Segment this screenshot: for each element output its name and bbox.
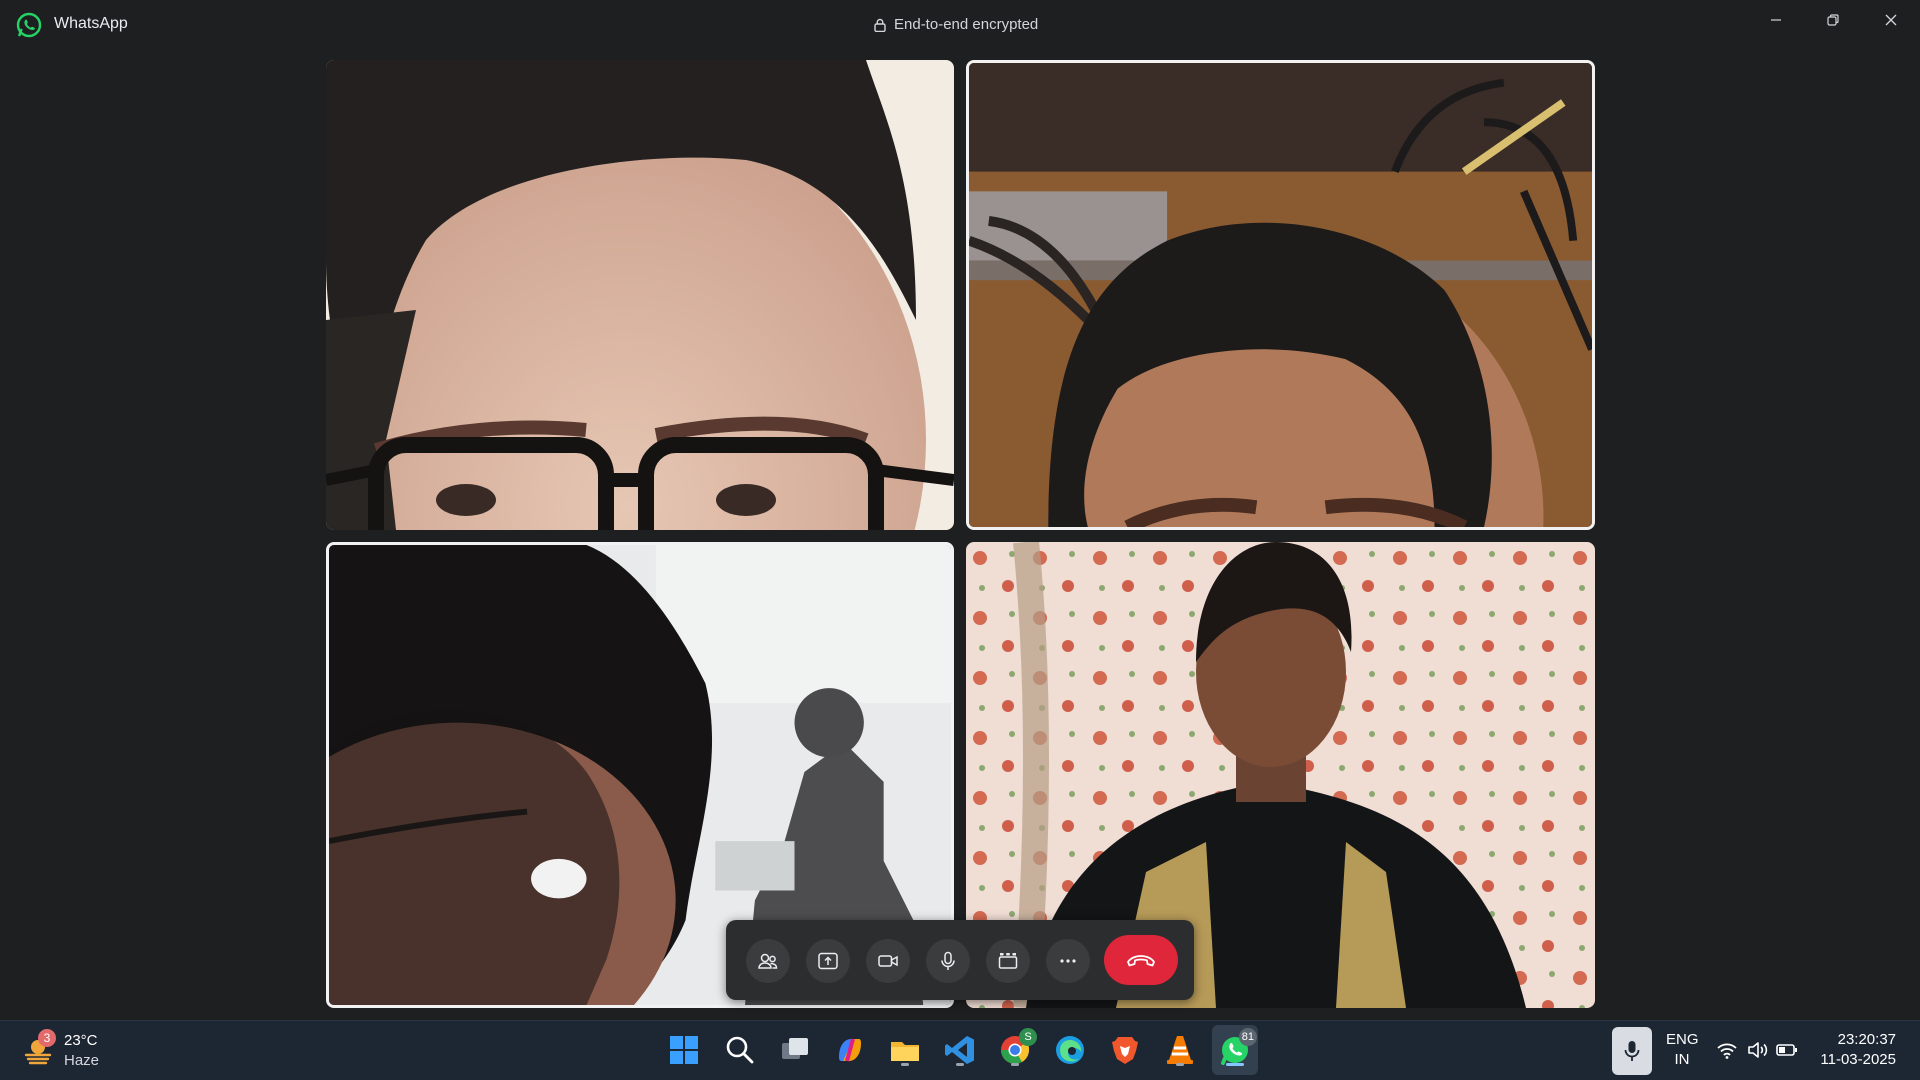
call-controls-bar xyxy=(726,920,1194,1000)
close-icon xyxy=(1885,14,1897,26)
clock-date[interactable]: 11-03-2025 xyxy=(1812,1051,1896,1068)
end-call-button[interactable] xyxy=(1104,935,1178,985)
hang-up-icon xyxy=(1127,955,1155,967)
lock-icon xyxy=(874,18,886,32)
edge-icon xyxy=(1056,1036,1084,1064)
wifi-icon[interactable] xyxy=(1716,1040,1738,1060)
grid-layout-icon xyxy=(998,953,1018,969)
windows-icon xyxy=(670,1036,698,1064)
brave-icon xyxy=(1112,1037,1138,1064)
participants-button[interactable] xyxy=(746,939,790,983)
edge-button[interactable] xyxy=(1051,1031,1089,1069)
running-indicator xyxy=(1176,1063,1184,1066)
running-indicator xyxy=(901,1063,909,1066)
video-tile-participant-1[interactable] xyxy=(326,60,954,530)
search-icon xyxy=(726,1036,754,1064)
file-explorer-button[interactable] xyxy=(886,1031,924,1069)
active-indicator xyxy=(1226,1063,1244,1066)
copilot-icon xyxy=(839,1038,861,1062)
chrome-profile-badge: S xyxy=(1019,1028,1037,1046)
microphone-icon xyxy=(1624,1041,1640,1061)
volume-icon[interactable] xyxy=(1747,1040,1769,1060)
microphone-icon xyxy=(941,951,955,970)
weather-temperature: 23°C xyxy=(64,1032,98,1049)
weather-notification-badge: 3 xyxy=(38,1029,56,1047)
vlc-button[interactable] xyxy=(1161,1031,1199,1069)
brave-button[interactable] xyxy=(1106,1031,1144,1069)
encryption-label: End-to-end encrypted xyxy=(894,16,1039,33)
vscode-icon xyxy=(945,1036,974,1064)
whatsapp-unread-badge: 81 xyxy=(1238,1028,1257,1046)
clock-time[interactable]: 23:20:37 xyxy=(1812,1031,1896,1048)
vlc-icon xyxy=(1167,1036,1193,1064)
minimize-icon xyxy=(1771,19,1781,21)
copilot-button[interactable] xyxy=(831,1031,869,1069)
search-button[interactable] xyxy=(721,1031,759,1069)
share-screen-icon xyxy=(818,952,838,970)
share-screen-button[interactable] xyxy=(806,939,850,983)
input-region[interactable]: IN xyxy=(1666,1051,1698,1068)
restore-icon xyxy=(1827,14,1839,26)
whatsapp-taskbar-button[interactable]: 81 xyxy=(1216,1028,1257,1069)
minimize-button[interactable] xyxy=(1754,8,1798,32)
running-indicator xyxy=(956,1063,964,1066)
mute-button[interactable] xyxy=(926,939,970,983)
microphone-in-use-button[interactable] xyxy=(1612,1027,1652,1075)
layout-button[interactable] xyxy=(986,939,1030,983)
app-title: WhatsApp xyxy=(54,15,128,32)
chrome-button[interactable]: S xyxy=(996,1028,1037,1069)
video-camera-icon xyxy=(878,955,898,967)
people-icon xyxy=(758,953,778,969)
weather-condition: Haze xyxy=(64,1052,100,1069)
camera-toggle-button[interactable] xyxy=(866,939,910,983)
input-language[interactable]: ENG xyxy=(1666,1031,1699,1048)
encryption-indicator: End-to-end encrypted xyxy=(874,16,1038,33)
folder-icon xyxy=(891,1042,919,1061)
battery-icon[interactable] xyxy=(1776,1040,1798,1060)
title-bar: WhatsApp End-to-end encrypted xyxy=(0,0,1920,50)
video-tile-participant-2[interactable] xyxy=(966,60,1595,530)
restore-button[interactable] xyxy=(1811,8,1855,32)
task-view-icon xyxy=(782,1038,808,1059)
start-button[interactable] xyxy=(665,1031,703,1069)
task-view-button[interactable] xyxy=(776,1031,814,1069)
participant-video xyxy=(969,63,1592,527)
more-options-button[interactable] xyxy=(1046,939,1090,983)
whatsapp-logo-icon xyxy=(16,12,42,38)
vscode-button[interactable] xyxy=(941,1031,979,1069)
running-indicator xyxy=(1011,1063,1019,1066)
close-button[interactable] xyxy=(1869,8,1913,32)
participant-video xyxy=(326,60,954,530)
ellipsis-icon xyxy=(1060,959,1076,963)
